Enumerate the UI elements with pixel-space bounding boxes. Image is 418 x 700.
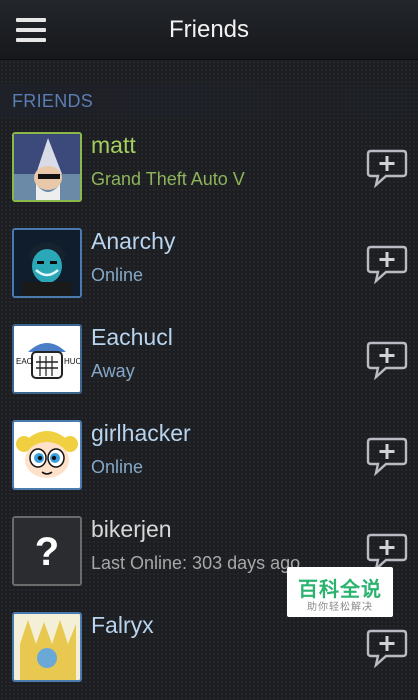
friend-row-matt[interactable]: matt Grand Theft Auto V (0, 124, 418, 220)
chat-add-icon[interactable] (366, 244, 408, 285)
chat-add-icon[interactable] (366, 436, 408, 477)
watermark-overlay: 百科全说 助你轻松解决 (287, 567, 393, 617)
friend-status: Online (91, 265, 144, 285)
page-title: Friends (168, 16, 250, 43)
friend-name: Falryx (91, 612, 154, 638)
friend-status: Online (91, 457, 144, 477)
friend-status: Away (91, 361, 135, 381)
avatar (12, 420, 82, 490)
avatar (12, 612, 82, 682)
chat-add-icon[interactable] (366, 340, 408, 381)
friend-status: Grand Theft Auto V (91, 169, 245, 189)
friend-row-girlhacker[interactable]: girlhacker Online (0, 412, 418, 508)
avatar: EAC HUC (12, 324, 82, 394)
avatar (12, 228, 82, 298)
chat-add-icon[interactable] (366, 148, 408, 189)
avatar-placeholder-image: ? (14, 518, 80, 584)
svg-text:HUC: HUC (64, 357, 80, 366)
friend-row-eachucl[interactable]: EAC HUC Eachucl Away (0, 316, 418, 412)
friend-name: girlhacker (91, 420, 191, 446)
friend-name: Eachucl (91, 324, 173, 350)
chat-add-icon[interactable] (366, 532, 408, 573)
watermark-subtitle: 助你轻松解决 (307, 602, 373, 613)
avatar: ? (12, 516, 82, 586)
avatar-yellow-art-image (14, 614, 80, 680)
avatar-cartoon-helmet-image: EAC HUC (14, 326, 80, 392)
friend-name: bikerjen (91, 516, 172, 542)
friend-status: Last Online: 303 days ago (91, 553, 301, 573)
avatar-masked-face-image (14, 230, 80, 296)
avatar (12, 132, 82, 202)
section-header: FRIENDS (0, 84, 418, 118)
question-mark-icon: ? (35, 530, 59, 574)
friend-name: matt (91, 132, 136, 158)
friend-name: Anarchy (91, 228, 176, 254)
friend-row-falryx[interactable]: Falryx (0, 604, 418, 700)
top-bar: Friends (0, 0, 418, 60)
section-label: FRIENDS (12, 91, 94, 111)
avatar-wizard-image (14, 134, 80, 200)
svg-text:EAC: EAC (16, 357, 33, 366)
avatar-powerpuff-image (14, 422, 80, 488)
friend-row-anarchy[interactable]: Anarchy Online (0, 220, 418, 316)
chat-add-icon[interactable] (366, 628, 408, 669)
